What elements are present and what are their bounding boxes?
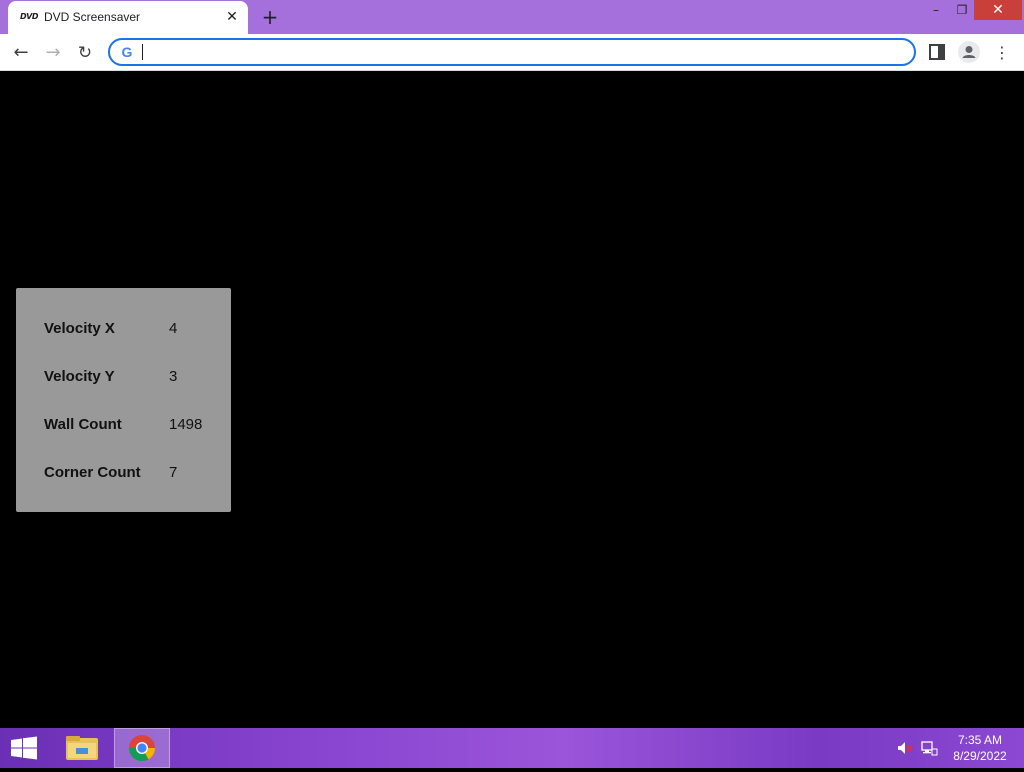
system-clock[interactable]: 7:35 AM 8/29/2022	[940, 732, 1020, 764]
network-icon[interactable]	[920, 740, 938, 756]
dvd-favicon-icon: DVD	[20, 12, 38, 21]
profile-avatar-icon	[962, 46, 976, 58]
forward-button[interactable]: →	[40, 40, 66, 66]
stat-value: 7	[169, 464, 178, 481]
stat-label: Corner Count	[44, 464, 141, 481]
reload-button[interactable]: ↻	[72, 40, 98, 66]
start-icon[interactable]	[0, 728, 48, 768]
windows-taskbar: 7:35 AM 8/29/2022	[0, 728, 1024, 768]
minimize-button[interactable]: –	[924, 0, 948, 20]
back-button[interactable]: ←	[8, 40, 34, 66]
new-tab-button[interactable]: +	[258, 5, 282, 29]
restore-button[interactable]: ❐	[950, 0, 974, 20]
browser-menu-button[interactable]: ⋮	[994, 40, 1010, 66]
stat-row-wall-count: Wall Count 1498	[44, 416, 224, 438]
screensaver-canvas: Velocity X 4 Velocity Y 3 Wall Count 149…	[0, 72, 1024, 728]
stat-row-corner-count: Corner Count 7	[44, 464, 224, 486]
speaker-muted-icon[interactable]	[896, 740, 914, 756]
clock-date: 8/29/2022	[953, 749, 1007, 763]
chrome-taskbar-button[interactable]	[114, 728, 170, 768]
chrome-icon	[128, 735, 156, 762]
stat-value: 3	[169, 368, 178, 385]
stat-value: 1498	[169, 416, 203, 433]
browser-titlebar: DVD DVD Screensaver ✕ + – ❐ ✕	[0, 0, 1024, 34]
side-panel-icon[interactable]	[928, 43, 946, 61]
text-caret	[142, 44, 143, 60]
tab-dvd-screensaver[interactable]: DVD DVD Screensaver ✕	[8, 1, 248, 34]
stat-row-velocity-y: Velocity Y 3	[44, 368, 224, 390]
browser-toolbar: ← → ↻ G ⋮	[0, 34, 1024, 71]
tab-close-icon[interactable]: ✕	[222, 7, 242, 27]
stat-row-velocity-x: Velocity X 4	[44, 320, 224, 342]
google-icon: G	[121, 44, 133, 60]
file-explorer-icon[interactable]	[54, 728, 110, 768]
address-input[interactable]	[142, 42, 902, 62]
window-close-button[interactable]: ✕	[974, 0, 1022, 20]
address-bar[interactable]: G	[108, 38, 916, 66]
clock-time: 7:35 AM	[957, 733, 1003, 747]
stat-label: Wall Count	[44, 416, 122, 433]
tab-title: DVD Screensaver	[44, 10, 141, 24]
stat-label: Velocity X	[44, 320, 115, 337]
profile-button[interactable]	[958, 41, 980, 63]
stat-label: Velocity Y	[44, 368, 115, 385]
stat-value: 4	[169, 320, 178, 337]
stats-panel: Velocity X 4 Velocity Y 3 Wall Count 149…	[16, 288, 231, 512]
